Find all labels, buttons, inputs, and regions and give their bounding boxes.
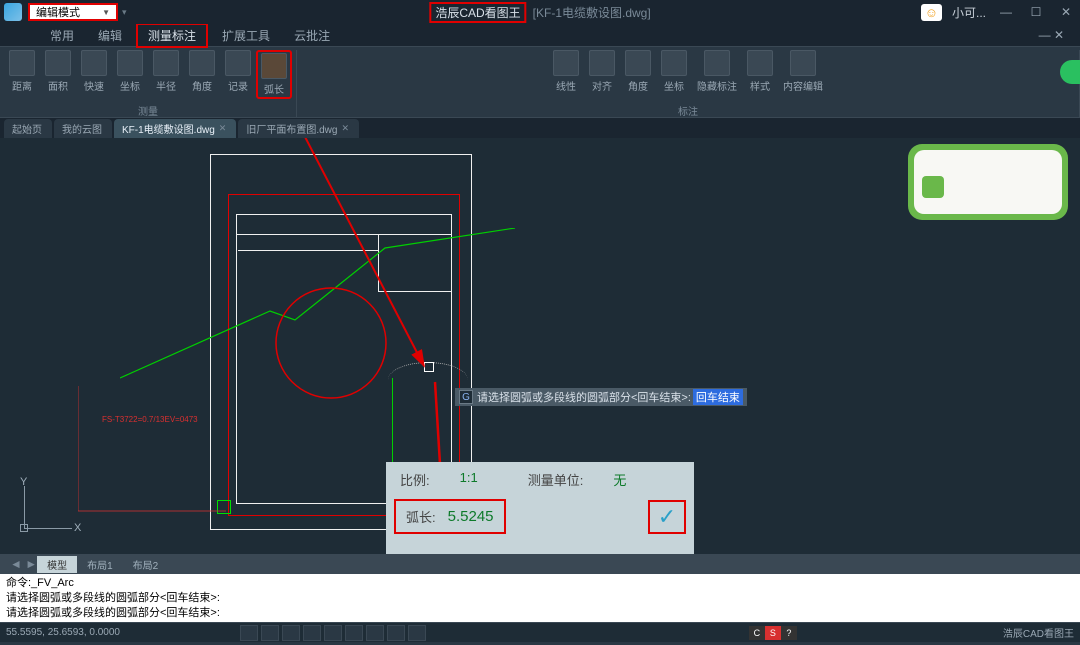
- command-line[interactable]: 命令:_FV_Arc 请选择圆弧或多段线的圆弧部分<回车结束>: 请选择圆弧或多…: [0, 574, 1080, 622]
- dynamic-prompt: G 请选择圆弧或多段线的圆弧部分<回车结束>: 回车结束: [455, 388, 747, 406]
- tool-style[interactable]: 样式: [742, 50, 778, 93]
- menu-item-edit[interactable]: 编辑: [88, 25, 132, 46]
- unit-value: 无: [613, 470, 626, 489]
- red-label-text: FS-T3722=0.7/13EV=0473: [102, 415, 198, 424]
- ribbon-group-measure: 距离 面积 快速 坐标 半径 角度 记录 弧长 测量: [0, 50, 297, 118]
- status-toggle[interactable]: [261, 625, 279, 641]
- mode-label: 编辑模式: [36, 4, 80, 20]
- tool-record[interactable]: 记录: [220, 50, 256, 99]
- tab-layout1[interactable]: 布局1: [77, 556, 123, 573]
- cursor-pickbox: [424, 362, 434, 372]
- arclen-label: 弧长:: [406, 507, 436, 526]
- menu-item-tools[interactable]: 扩展工具: [212, 25, 280, 46]
- mascot-widget[interactable]: [908, 144, 1068, 220]
- sub-close-icon[interactable]: — ✕: [1029, 26, 1074, 44]
- tab-model[interactable]: 模型: [37, 556, 77, 573]
- tool-angle[interactable]: 角度: [184, 50, 220, 99]
- status-toggle[interactable]: [387, 625, 405, 641]
- coords-readout: 55.5595, 25.6593, 0.0000: [6, 627, 120, 638]
- measure-result-box: 比例: 1:1 测量单位: 无 弧长: 5.5245 ✓: [386, 462, 694, 554]
- tool-angle2[interactable]: 角度: [620, 50, 656, 93]
- maximize-button[interactable]: ☐: [1026, 4, 1046, 20]
- close-icon[interactable]: ✕: [341, 123, 349, 134]
- prompt-text: 请选择圆弧或多段线的圆弧部分<回车结束>:: [477, 389, 691, 405]
- tool-arclength[interactable]: 弧长: [256, 50, 292, 99]
- close-button[interactable]: ✕: [1056, 4, 1076, 20]
- group-label-annotate: 标注: [678, 103, 698, 118]
- minimize-button[interactable]: —: [996, 4, 1016, 20]
- doc-tab-layout[interactable]: 旧厂平面布置图.dwg✕: [238, 119, 359, 138]
- status-toggles: [240, 625, 426, 641]
- status-toggle[interactable]: [345, 625, 363, 641]
- tool-content-edit[interactable]: 内容编辑: [778, 50, 828, 93]
- prompt-icon: G: [459, 390, 473, 404]
- cmd-line-3: 请选择圆弧或多段线的圆弧部分<回车结束>:: [6, 606, 1074, 621]
- app-name: 浩辰CAD看图王: [429, 2, 526, 23]
- mode-select[interactable]: 编辑模式 ▼: [28, 3, 118, 21]
- menu-item-common[interactable]: 常用: [40, 25, 84, 46]
- status-toggle[interactable]: [303, 625, 321, 641]
- brand-chip[interactable]: CS?: [749, 626, 797, 640]
- tool-area[interactable]: 面积: [40, 50, 76, 99]
- close-icon[interactable]: ✕: [219, 123, 227, 134]
- status-bar: 55.5595, 25.6593, 0.0000 CS? 浩辰CAD看图王: [0, 622, 1080, 642]
- app-icon: [4, 3, 22, 21]
- cmd-line-2: 请选择圆弧或多段线的圆弧部分<回车结束>:: [6, 591, 1074, 606]
- user-name[interactable]: 小可...: [952, 4, 986, 21]
- tool-align[interactable]: 对齐: [584, 50, 620, 93]
- chevron-down-icon: ▼: [102, 8, 110, 17]
- tool-linear[interactable]: 线性: [548, 50, 584, 93]
- red-circle: [266, 278, 396, 408]
- tool-coord2[interactable]: 坐标: [656, 50, 692, 93]
- tab-layout2[interactable]: 布局2: [123, 556, 169, 573]
- tool-coord[interactable]: 坐标: [112, 50, 148, 99]
- layout-tabs: ◄ ► 模型 布局1 布局2: [0, 554, 1080, 574]
- status-toggle[interactable]: [408, 625, 426, 641]
- confirm-button[interactable]: ✓: [648, 500, 686, 534]
- unit-label: 测量单位:: [528, 470, 584, 489]
- doc-tab-start[interactable]: 起始页: [4, 119, 52, 138]
- ribbon-group-annotate: 线性 对齐 角度 坐标 隐藏标注 样式 内容编辑 标注: [297, 50, 1080, 118]
- brand-text: 浩辰CAD看图王: [1003, 625, 1074, 640]
- document-tab-row: 起始页 我的云图 KF-1电缆敷设图.dwg✕ 旧厂平面布置图.dwg✕: [0, 118, 1080, 138]
- tool-radius[interactable]: 半径: [148, 50, 184, 99]
- status-toggle[interactable]: [240, 625, 258, 641]
- user-avatar-icon[interactable]: ☺: [921, 4, 942, 21]
- ucs-icon: Y X: [14, 476, 74, 536]
- doc-tab-cloud[interactable]: 我的云图: [54, 119, 112, 138]
- titlebar: 编辑模式 ▼ ▾ 浩辰CAD看图王 [KF-1电缆敷设图.dwg] ☺ 小可..…: [0, 0, 1080, 24]
- menubar: 常用 编辑 测量标注 扩展工具 云批注 — ✕: [0, 24, 1080, 46]
- side-badge-icon[interactable]: [1060, 60, 1080, 84]
- drawing-canvas[interactable]: FS-T3722=0.7/13EV=0473 G 请选择圆弧或多段线的圆弧部分<…: [0, 138, 1080, 554]
- dropdown-icon[interactable]: ▾: [122, 7, 127, 18]
- ratio-label: 比例:: [400, 470, 430, 489]
- red-leader: [78, 386, 234, 516]
- tool-quick[interactable]: 快速: [76, 50, 112, 99]
- status-toggle[interactable]: [366, 625, 384, 641]
- group-label-measure: 测量: [138, 103, 158, 118]
- menu-item-measure[interactable]: 测量标注: [136, 23, 208, 48]
- cmd-line-1: 命令:_FV_Arc: [6, 576, 1074, 591]
- status-toggle[interactable]: [282, 625, 300, 641]
- title-file: [KF-1电缆敷设图.dwg]: [533, 4, 651, 21]
- prompt-input[interactable]: 回车结束: [693, 389, 743, 405]
- arclen-value: 5.5245: [448, 508, 494, 525]
- ratio-value: 1:1: [460, 470, 478, 489]
- tool-hide-anno[interactable]: 隐藏标注: [692, 50, 742, 93]
- tool-distance[interactable]: 距离: [4, 50, 40, 99]
- ribbon: 距离 面积 快速 坐标 半径 角度 记录 弧长 测量 线性 对齐 角度 坐标 隐…: [0, 46, 1080, 118]
- menu-item-cloud[interactable]: 云批注: [284, 25, 340, 46]
- arc-result-cell: 弧长: 5.5245: [394, 499, 506, 534]
- doc-tab-kf1[interactable]: KF-1电缆敷设图.dwg✕: [114, 119, 236, 138]
- status-toggle[interactable]: [324, 625, 342, 641]
